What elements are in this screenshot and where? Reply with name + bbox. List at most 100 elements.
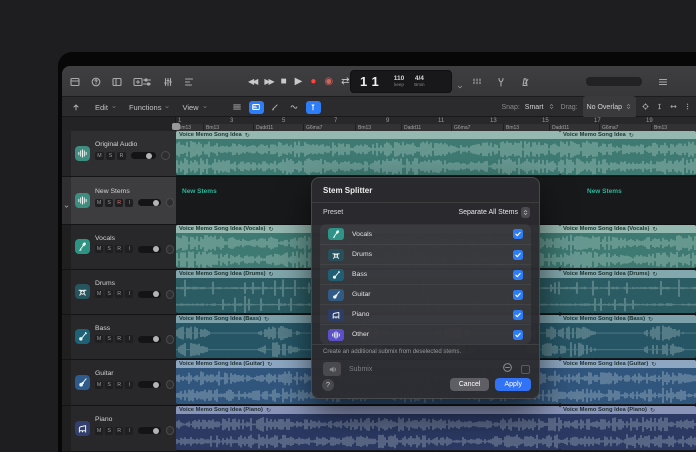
help-button[interactable]: ? xyxy=(322,378,334,391)
snap-stepper-icon[interactable] xyxy=(548,98,555,116)
stem-checkbox[interactable] xyxy=(513,309,523,320)
menu-functions[interactable]: Functions xyxy=(129,103,171,112)
mute-button[interactable]: M xyxy=(95,198,104,207)
pan-knob[interactable] xyxy=(165,244,175,254)
mute-button[interactable]: M xyxy=(95,151,104,160)
metronome-icon[interactable] xyxy=(518,75,532,89)
solo-button[interactable]: S xyxy=(105,380,114,389)
bar-ruler[interactable]: 13579111315171921Bm13Bm13Dadd11G6ma7Bm13… xyxy=(62,117,696,131)
track-header-bass[interactable]: Bass M S R I xyxy=(62,315,176,360)
mute-button[interactable]: M xyxy=(95,380,104,389)
track-name[interactable]: Drums xyxy=(95,280,174,287)
chord-marker[interactable]: Bm13 xyxy=(504,124,550,131)
tuner-icon[interactable] xyxy=(494,75,508,89)
audio-region[interactable]: Voice Memo Song Idea (Piano) ↻ xyxy=(176,406,560,450)
solo-button[interactable]: S xyxy=(105,290,114,298)
record-enable-button[interactable]: R xyxy=(115,335,124,343)
input-monitor-button[interactable]: I xyxy=(125,335,134,343)
record-enable-button[interactable]: R xyxy=(115,426,124,435)
master-volume-slider[interactable] xyxy=(586,77,642,86)
remove-submix-icon[interactable] xyxy=(502,360,513,378)
solo-button[interactable]: S xyxy=(105,198,114,207)
track-name[interactable]: Original Audio xyxy=(95,141,174,148)
ruler-lane[interactable]: 13579111315171921Bm13Bm13Dadd11G6ma7Bm13… xyxy=(176,117,696,131)
volume-slider[interactable] xyxy=(131,152,156,159)
volume-slider[interactable] xyxy=(138,427,161,434)
chord-marker[interactable]: Dadd11 xyxy=(550,124,600,131)
input-monitor-button[interactable]: I xyxy=(125,380,134,389)
stem-row-vocals[interactable]: Vocals xyxy=(320,224,531,244)
playhead-tool-button[interactable] xyxy=(305,100,321,114)
pan-knob[interactable] xyxy=(165,198,175,207)
quick-help-icon[interactable] xyxy=(89,75,103,89)
drag-mode-select[interactable]: No Overlap xyxy=(582,96,636,118)
lcd-chevron-down-icon[interactable] xyxy=(456,78,464,96)
audio-region[interactable]: Voice Memo Song Idea (Drums) ↻ xyxy=(560,270,696,313)
volume-knob[interactable] xyxy=(146,152,152,159)
audio-region[interactable]: Voice Memo Song Idea (Vocals) ↻ xyxy=(560,225,696,268)
pan-knob[interactable] xyxy=(165,289,175,299)
solo-button[interactable]: S xyxy=(105,335,114,343)
more-icon[interactable] xyxy=(683,98,692,116)
input-monitor-button[interactable]: I xyxy=(125,290,134,298)
cycle-button[interactable]: ⇄ xyxy=(341,76,349,87)
chord-marker[interactable]: Dadd11 xyxy=(254,124,304,131)
editors-icon[interactable] xyxy=(182,75,196,89)
track-lane-original-audio[interactable]: Voice Memo Song Idea ↻ Voice Memo Song Ide… xyxy=(176,131,696,177)
track-name[interactable]: Vocals xyxy=(95,235,174,242)
smart-controls-icon[interactable] xyxy=(140,75,154,89)
crosshair-icon[interactable] xyxy=(641,98,650,116)
volume-slider[interactable] xyxy=(138,381,161,388)
play-button[interactable]: ▶ xyxy=(295,76,303,87)
record-enable-button[interactable]: R xyxy=(115,198,124,207)
pencil-tool-button[interactable] xyxy=(268,101,283,114)
library-icon[interactable] xyxy=(68,75,82,89)
mute-button[interactable]: M xyxy=(95,335,104,343)
track-name[interactable]: Guitar xyxy=(95,370,174,377)
volume-knob[interactable] xyxy=(153,199,160,206)
stem-checkbox[interactable] xyxy=(513,269,523,280)
stem-row-bass[interactable]: Bass xyxy=(320,264,531,284)
stem-row-other[interactable]: Other xyxy=(320,324,531,344)
record-enable-button[interactable]: R xyxy=(115,290,124,298)
mixer-icon[interactable] xyxy=(161,75,175,89)
text-cursor-icon[interactable] xyxy=(655,98,664,116)
chord-marker[interactable]: G6ma7 xyxy=(304,124,356,131)
volume-knob[interactable] xyxy=(153,336,160,342)
mute-button[interactable]: M xyxy=(95,290,104,298)
volume-slider[interactable] xyxy=(138,290,161,298)
track-header-original-audio[interactable]: Original Audio M S R xyxy=(62,131,176,177)
solo-button[interactable]: S xyxy=(105,426,114,435)
snap-value[interactable]: Smart xyxy=(525,104,544,111)
inspector-icon[interactable] xyxy=(110,75,124,89)
volume-slider[interactable] xyxy=(138,199,161,206)
record-enable-button[interactable]: R xyxy=(115,245,124,253)
track-header-guitar[interactable]: Guitar M S R I xyxy=(62,360,176,406)
pan-knob[interactable] xyxy=(165,380,175,389)
input-monitor-button[interactable]: I xyxy=(125,198,134,207)
menu-view[interactable]: View xyxy=(182,103,207,112)
audio-region[interactable]: Voice Memo Song Idea ↻ xyxy=(560,131,696,175)
playhead-handle[interactable] xyxy=(172,123,180,130)
cancel-button[interactable]: Cancel xyxy=(449,378,490,391)
stem-checkbox[interactable] xyxy=(513,249,523,260)
audio-region[interactable]: Voice Memo Song Idea ↻ xyxy=(176,131,560,175)
track-lane-piano[interactable]: Voice Memo Song Idea (Piano) ↻ Voice Memo … xyxy=(176,406,696,452)
track-name[interactable]: Piano xyxy=(95,416,174,423)
forward-button[interactable]: ▶▶ xyxy=(264,77,274,86)
track-header-drums[interactable]: Drums M S R I xyxy=(62,270,176,315)
hide-panel-arrow-icon[interactable] xyxy=(68,101,83,114)
record-button[interactable]: ● xyxy=(310,76,316,87)
input-monitor-button[interactable]: I xyxy=(125,245,134,253)
count-in-icon[interactable] xyxy=(470,75,484,89)
chord-marker[interactable]: Dadd11 xyxy=(402,124,452,131)
stem-checkbox[interactable] xyxy=(513,329,523,340)
tracks-grid-button[interactable] xyxy=(230,101,245,114)
stack-disclosure-icon[interactable] xyxy=(63,197,70,215)
capture-recording-button[interactable]: ◉ xyxy=(324,76,333,87)
chord-marker[interactable]: Bm13 xyxy=(356,124,402,131)
stem-row-piano[interactable]: Piano xyxy=(320,304,531,324)
preset-select[interactable]: Separate All Stems xyxy=(458,207,530,218)
solo-button[interactable]: S xyxy=(105,245,114,253)
mute-button[interactable]: M xyxy=(95,245,104,253)
